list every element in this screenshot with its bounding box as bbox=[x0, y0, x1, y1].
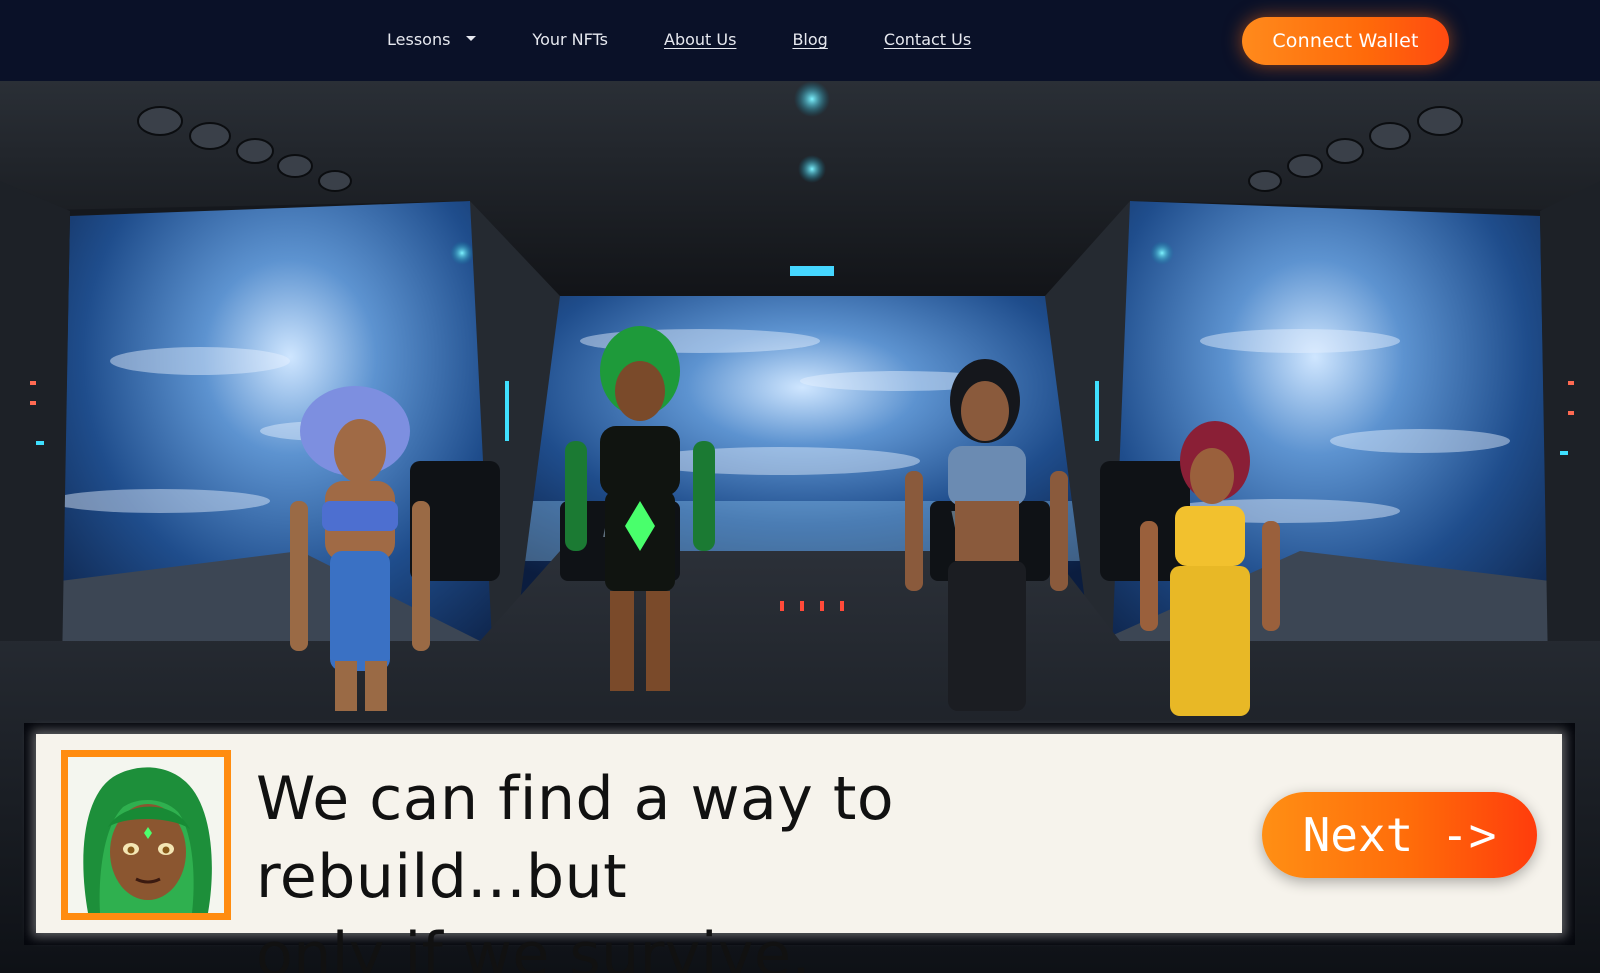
nav-lessons-label: Lessons bbox=[387, 30, 451, 49]
nav-lessons-dropdown[interactable]: Lessons bbox=[387, 30, 477, 49]
nav-about-us[interactable]: About Us bbox=[664, 30, 736, 49]
speaker-portrait bbox=[61, 750, 231, 920]
green-character-avatar bbox=[68, 757, 224, 913]
dialog-line-2: only if we survive. bbox=[256, 920, 812, 973]
next-button[interactable]: Next -> bbox=[1262, 792, 1537, 878]
dialog-text: We can find a way to rebuild...but only … bbox=[256, 760, 1236, 973]
connect-wallet-button[interactable]: Connect Wallet bbox=[1242, 17, 1449, 65]
dialog-line-1: We can find a way to rebuild...but bbox=[256, 764, 895, 912]
nav-contact-us[interactable]: Contact Us bbox=[884, 30, 971, 49]
nav-links: Lessons Your NFTs About Us Blog Contact … bbox=[387, 30, 1027, 49]
nav-blog[interactable]: Blog bbox=[792, 30, 827, 49]
nav-your-nfts[interactable]: Your NFTs bbox=[532, 30, 608, 49]
top-navbar: Lessons Your NFTs About Us Blog Contact … bbox=[0, 0, 1600, 81]
caret-down-icon bbox=[466, 36, 477, 41]
